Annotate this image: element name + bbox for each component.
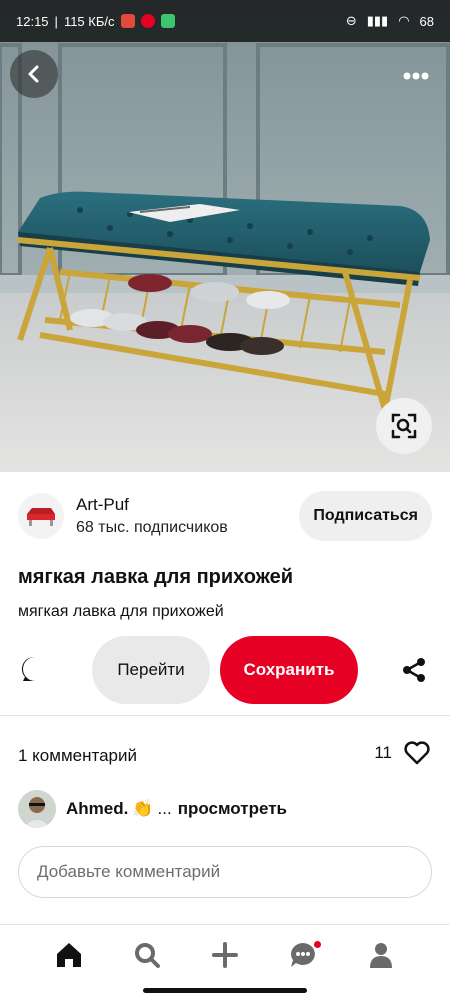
search-icon bbox=[135, 943, 160, 968]
signal-icon: ▮▮▮ bbox=[366, 13, 389, 28]
home-indicator[interactable] bbox=[143, 988, 307, 993]
back-button[interactable] bbox=[10, 50, 58, 98]
bench-illustration bbox=[0, 0, 450, 472]
more-options-button[interactable] bbox=[392, 52, 440, 100]
visual-search-button[interactable] bbox=[376, 398, 432, 454]
pinterest-notification-icon bbox=[140, 14, 155, 28]
nav-search[interactable] bbox=[125, 933, 169, 977]
battery-level: 68 bbox=[419, 13, 434, 29]
nav-profile[interactable] bbox=[359, 933, 403, 977]
profile-icon bbox=[370, 943, 392, 968]
view-comment-link[interactable]: просмотреть bbox=[178, 799, 287, 819]
nav-messages[interactable] bbox=[281, 933, 325, 977]
heart-icon[interactable] bbox=[404, 741, 430, 765]
wifi-icon: ◠ bbox=[398, 13, 410, 28]
avatar-image bbox=[18, 790, 56, 828]
more-horizontal-icon bbox=[403, 72, 429, 80]
bottom-nav bbox=[0, 925, 450, 985]
share-icon bbox=[403, 658, 425, 682]
commenter-avatar[interactable] bbox=[18, 790, 56, 828]
visit-button[interactable]: Перейти bbox=[92, 636, 210, 704]
comment-item: Ahmed. 👏 ... просмотреть bbox=[18, 789, 432, 829]
nav-home[interactable] bbox=[47, 933, 91, 977]
action-row: Перейти Сохранить bbox=[0, 634, 450, 706]
add-comment-input[interactable] bbox=[18, 846, 432, 898]
creator-row: Art-Puf 68 тыс. подписчиков Подписаться bbox=[18, 490, 432, 542]
creator-name[interactable]: Art-Puf bbox=[76, 495, 228, 515]
status-time: 12:15 bbox=[16, 13, 49, 29]
react-button[interactable] bbox=[18, 652, 52, 686]
section-divider bbox=[0, 715, 450, 716]
status-separator: | bbox=[54, 13, 58, 29]
pin-title: мягкая лавка для прихожей bbox=[18, 566, 294, 588]
notification-app-icon bbox=[160, 14, 175, 28]
likes: 11 bbox=[374, 741, 430, 765]
messages-icon bbox=[291, 943, 315, 967]
home-icon bbox=[57, 943, 81, 967]
heart-bubble-icon bbox=[21, 656, 41, 681]
chevron-left-icon bbox=[28, 65, 39, 83]
visual-search-icon bbox=[391, 413, 417, 439]
art-puf-logo bbox=[27, 508, 55, 526]
dnd-icon: ⊖ bbox=[345, 13, 357, 28]
create-icon bbox=[212, 942, 238, 968]
pin-description: мягкая лавка для прихожей bbox=[18, 603, 224, 620]
status-network-speed: 115 КБ/с bbox=[63, 13, 115, 29]
share-button[interactable] bbox=[398, 654, 430, 686]
comments-count: 1 комментарий bbox=[18, 746, 137, 765]
notification-app-icon bbox=[120, 14, 135, 28]
creator-followers: 68 тыс. подписчиков bbox=[76, 519, 228, 536]
creator-avatar[interactable] bbox=[18, 493, 64, 539]
status-bar: 12:15 | 115 КБ/с ⊖ ▮▮▮ ◠ 68 bbox=[0, 0, 450, 42]
likes-count: 11 bbox=[374, 743, 392, 762]
comment-ellipsis: ... bbox=[157, 799, 172, 818]
notification-badge bbox=[314, 941, 321, 948]
pin-image[interactable] bbox=[0, 0, 450, 472]
comment-emoji: 👏 bbox=[132, 799, 154, 818]
save-button[interactable]: Сохранить bbox=[220, 636, 358, 704]
nav-create[interactable] bbox=[203, 933, 247, 977]
follow-button[interactable]: Подписаться bbox=[299, 491, 432, 541]
comment-author[interactable]: Ahmed. bbox=[66, 799, 128, 819]
